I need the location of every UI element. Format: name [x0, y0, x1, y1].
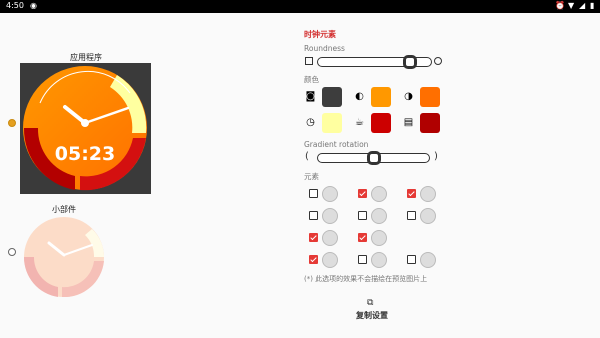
half-circle-icon: ◐ [355, 91, 364, 102]
color-swatch-gradient-end[interactable] [420, 87, 440, 107]
element-thumb-icon [371, 252, 387, 268]
clock-face-icon: ◙ [305, 91, 316, 102]
preview-note: (*) 此选项的效果不会描绘在预览图片上 [304, 275, 428, 283]
color-swatch-coffee[interactable] [371, 113, 391, 133]
status-bar: 4:50 ◉ ⏰ ▼ ◢ ▮ [0, 0, 600, 13]
square-corner-icon [305, 57, 313, 65]
roundness-label: Roundness [304, 44, 345, 53]
element-checkbox[interactable] [358, 233, 367, 242]
half-circle-dark-icon: ◑ [404, 91, 413, 102]
color-swatch-book[interactable] [420, 113, 440, 133]
element-checkbox[interactable] [358, 189, 367, 198]
wifi-icon: ▼ [568, 1, 575, 10]
rotate-right-icon: ) [434, 151, 438, 162]
element-checkbox[interactable] [358, 211, 367, 220]
roundness-slider-handle[interactable] [402, 55, 417, 69]
rotate-left-icon: ( [305, 151, 309, 162]
book-icon: ▤ [403, 117, 414, 128]
widget-preview-radio[interactable] [8, 248, 16, 256]
colors-label: 颜色 [304, 75, 319, 84]
gradient-rotation-label: Gradient rotation [304, 140, 369, 149]
elements-label: 元素 [304, 172, 319, 181]
app-preview-radio[interactable] [8, 119, 16, 127]
element-checkbox[interactable] [407, 189, 416, 198]
color-swatch-hands[interactable] [322, 113, 342, 133]
element-checkbox[interactable] [309, 233, 318, 242]
element-thumb-icon [420, 252, 436, 268]
status-time: 4:50 [6, 1, 24, 10]
element-thumb-icon [322, 186, 338, 202]
coffee-icon: ☕ [355, 117, 364, 128]
copy-settings-button[interactable]: 复制设置 [356, 310, 388, 321]
element-checkbox[interactable] [407, 255, 416, 264]
app-clock-preview[interactable]: 05:23 [20, 63, 151, 194]
element-thumb-icon [371, 186, 387, 202]
signal-icon: ◢ [579, 1, 586, 10]
element-thumb-icon [371, 230, 387, 246]
widget-clock-preview[interactable] [22, 215, 106, 299]
round-corner-icon [434, 57, 442, 65]
widget-preview-title: 小部件 [52, 205, 76, 214]
element-checkbox[interactable] [407, 211, 416, 220]
element-checkbox[interactable] [309, 255, 318, 264]
gradient-rotation-slider-handle[interactable] [366, 151, 381, 165]
app-clock-time: 05:23 [55, 143, 115, 165]
app-notification-icon: ◉ [30, 1, 37, 10]
alarm-icon: ⏰ [555, 1, 565, 10]
element-checkbox[interactable] [309, 189, 318, 198]
copy-icon: ⧉ [367, 298, 374, 308]
battery-icon: ▮ [590, 1, 595, 10]
color-swatch-gradient-start[interactable] [371, 87, 391, 107]
element-thumb-icon [322, 230, 338, 246]
element-thumb-icon [420, 208, 436, 224]
panel-title: 时钟元素 [304, 30, 336, 39]
app-preview-title: 应用程序 [70, 53, 102, 62]
element-checkbox[interactable] [309, 211, 318, 220]
element-checkbox[interactable] [358, 255, 367, 264]
clock-hands-icon: ◷ [306, 117, 315, 128]
color-swatch-face[interactable] [322, 87, 342, 107]
element-thumb-icon [371, 208, 387, 224]
element-thumb-icon [322, 208, 338, 224]
element-thumb-icon [322, 252, 338, 268]
element-thumb-icon [420, 186, 436, 202]
